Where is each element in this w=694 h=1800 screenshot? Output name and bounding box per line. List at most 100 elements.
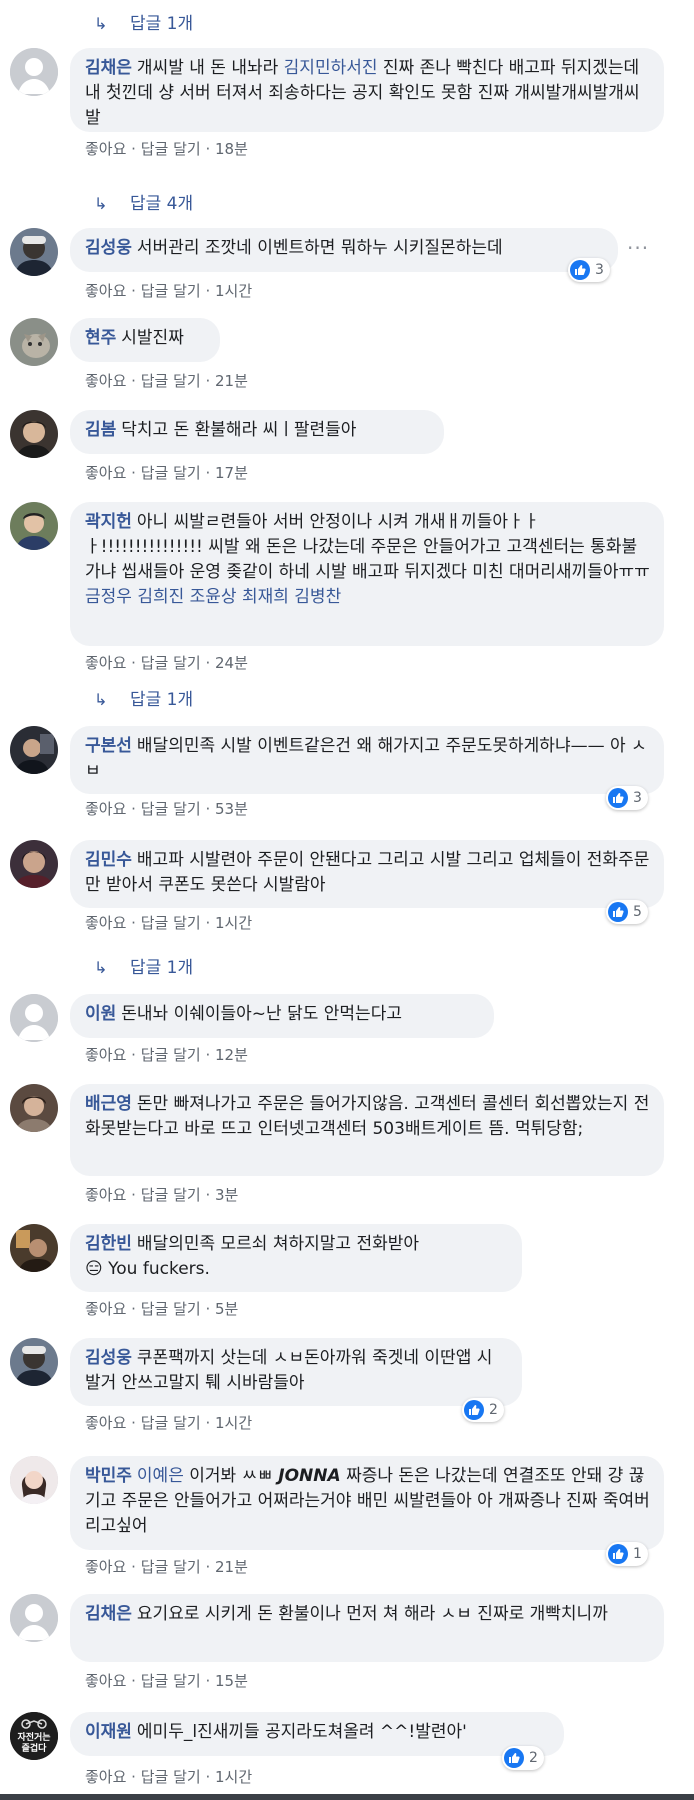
- comment-time[interactable]: 1시간: [215, 1768, 252, 1786]
- avatar[interactable]: [10, 994, 58, 1042]
- like-link[interactable]: 좋아요: [85, 372, 126, 390]
- like-link[interactable]: 좋아요: [85, 1414, 126, 1432]
- like-link[interactable]: 좋아요: [85, 1186, 126, 1204]
- comment-time[interactable]: 5분: [215, 1300, 238, 1318]
- avatar[interactable]: [10, 318, 58, 366]
- reply-link[interactable]: 답글 달기: [141, 464, 201, 482]
- reply-link[interactable]: 답글 달기: [141, 914, 201, 932]
- reply-link[interactable]: 답글 달기: [141, 1046, 201, 1064]
- comment-time[interactable]: 12분: [215, 1046, 248, 1064]
- reply-link[interactable]: 답글 달기: [141, 1186, 201, 1204]
- like-link[interactable]: 좋아요: [85, 464, 126, 482]
- avatar[interactable]: [10, 228, 58, 276]
- comment-author[interactable]: 김민수: [85, 850, 132, 870]
- reaction-count[interactable]: 3: [606, 786, 648, 810]
- comment-time[interactable]: 1시간: [215, 282, 252, 300]
- comment-author[interactable]: 배근영: [85, 1094, 132, 1114]
- tagged-user[interactable]: 김지민하서진: [284, 58, 378, 78]
- reply-link[interactable]: 답글 달기: [141, 282, 201, 300]
- comment-time[interactable]: 3분: [215, 1186, 238, 1204]
- comment-author[interactable]: 김봄: [85, 420, 116, 440]
- like-count: 3: [595, 262, 604, 278]
- comment-text: 에미두_l진새끼들 공지라도쳐올려 ^^!발련아': [136, 1722, 467, 1742]
- like-link[interactable]: 좋아요: [85, 1768, 126, 1786]
- comment-time[interactable]: 18분: [215, 140, 248, 158]
- comment-author[interactable]: 이재원: [85, 1722, 132, 1742]
- comment-text: 돈만 빠져나가고 주문은 들어가지않음. 고객센터 콜센터 회선뽑았는지 전화못…: [85, 1094, 650, 1139]
- comment-author[interactable]: 김채은: [85, 58, 132, 78]
- avatar[interactable]: [10, 840, 58, 888]
- reply-link[interactable]: 답글 달기: [141, 1558, 201, 1576]
- comment-time[interactable]: 15분: [215, 1672, 248, 1690]
- avatar[interactable]: 자전거는 즐겁다: [10, 1712, 58, 1760]
- like-link[interactable]: 좋아요: [85, 1558, 126, 1576]
- comment-bubble: 박민주 이예은 이거봐 ㅆㅃ JONNA 짜증나 돈은 나갔는데 연결조또 안돼 …: [70, 1456, 664, 1550]
- reply-link[interactable]: 답글 달기: [141, 654, 201, 672]
- comment-text: 요기요로 시키게 돈 환불이나 먼저 쳐 해라 ㅅㅂ 진짜로 개빡치니까: [136, 1604, 608, 1624]
- like-link[interactable]: 좋아요: [85, 1672, 126, 1690]
- avatar[interactable]: [10, 726, 58, 774]
- comment-author[interactable]: 곽지헌: [85, 512, 132, 532]
- reply-link[interactable]: 답글 달기: [141, 800, 201, 818]
- comment-actions: 좋아요 · 답글 달기 · 5분: [85, 1300, 239, 1318]
- tagged-users[interactable]: 금정우 김희진 조윤상 최재희 김병찬: [85, 587, 341, 607]
- comment-author[interactable]: 구본선: [85, 736, 132, 756]
- like-link[interactable]: 좋아요: [85, 654, 126, 672]
- comment-author[interactable]: 김한빈: [85, 1234, 132, 1254]
- reply-link[interactable]: 답글 달기: [141, 1672, 201, 1690]
- view-replies-link[interactable]: ↳ 답글 4개: [94, 192, 193, 216]
- reaction-count[interactable]: 2: [462, 1398, 504, 1422]
- comment-text: 서버관리 조깟네 이벤트하면 뭐하누 시키질몬하는데: [136, 238, 503, 258]
- like-count: 2: [529, 1750, 538, 1766]
- comment-time[interactable]: 21분: [215, 372, 248, 390]
- like-link[interactable]: 좋아요: [85, 1300, 126, 1318]
- reply-link[interactable]: 답글 달기: [141, 140, 201, 158]
- comment-author[interactable]: 김성웅: [85, 1348, 132, 1368]
- comment-author[interactable]: 김성웅: [85, 238, 132, 258]
- reply-link[interactable]: 답글 달기: [141, 1414, 201, 1432]
- avatar[interactable]: [10, 1594, 58, 1642]
- reaction-count[interactable]: 5: [606, 900, 648, 924]
- like-link[interactable]: 좋아요: [85, 1046, 126, 1064]
- comment-author[interactable]: 김채은: [85, 1604, 132, 1624]
- avatar[interactable]: [10, 1456, 58, 1504]
- avatar[interactable]: [10, 502, 58, 550]
- comment-actions: 좋아요 · 답글 달기 · 53분: [85, 800, 248, 818]
- reply-link[interactable]: 답글 달기: [141, 372, 201, 390]
- view-replies-link[interactable]: ↳ 답글 1개: [94, 956, 193, 980]
- avatar[interactable]: [10, 1224, 58, 1272]
- comment-time[interactable]: 24분: [215, 654, 248, 672]
- comment-author[interactable]: 박민주: [85, 1466, 132, 1486]
- like-link[interactable]: 좋아요: [85, 800, 126, 818]
- reply-link[interactable]: 답글 달기: [141, 1768, 201, 1786]
- view-replies-link[interactable]: ↳ 답글 1개: [94, 688, 193, 712]
- comment-time[interactable]: 1시간: [215, 914, 252, 932]
- reaction-count[interactable]: 3: [568, 258, 610, 282]
- comment-bubble: 김봄 닥치고 돈 환불해라 씨ㅣ팔련들아: [70, 410, 444, 454]
- reply-link[interactable]: 답글 달기: [141, 1300, 201, 1318]
- comment-time[interactable]: 21분: [215, 1558, 248, 1576]
- comment-actions: 좋아요 · 답글 달기 · 1시간: [85, 1768, 253, 1786]
- comment-time[interactable]: 53분: [215, 800, 248, 818]
- reaction-count[interactable]: 1: [606, 1542, 648, 1566]
- comment-author[interactable]: 현주: [85, 328, 116, 348]
- avatar[interactable]: [10, 48, 58, 96]
- comment-time[interactable]: 1시간: [215, 1414, 252, 1432]
- more-options-icon[interactable]: ···: [627, 236, 649, 260]
- avatar[interactable]: [10, 1084, 58, 1132]
- view-replies-link[interactable]: ↳ 답글 1개: [94, 12, 193, 36]
- tagged-user[interactable]: 이예은: [137, 1466, 184, 1486]
- like-link[interactable]: 좋아요: [85, 914, 126, 932]
- avatar[interactable]: [10, 410, 58, 458]
- comment-actions: 좋아요 · 답글 달기 · 1시간: [85, 914, 253, 932]
- comment-bubble: 김한빈 배달의민족 모르쇠 쳐하지말고 전화받아 😑 You fuckers.: [70, 1224, 522, 1292]
- like-link[interactable]: 좋아요: [85, 140, 126, 158]
- reaction-count[interactable]: 2: [502, 1746, 544, 1770]
- avatar[interactable]: [10, 1338, 58, 1386]
- comment-author[interactable]: 이원: [85, 1004, 116, 1024]
- like-link[interactable]: 좋아요: [85, 282, 126, 300]
- like-count: 3: [633, 790, 642, 806]
- comment-text: You fuckers.: [108, 1259, 210, 1279]
- comment-time[interactable]: 17분: [215, 464, 248, 482]
- like-count: 1: [633, 1546, 642, 1562]
